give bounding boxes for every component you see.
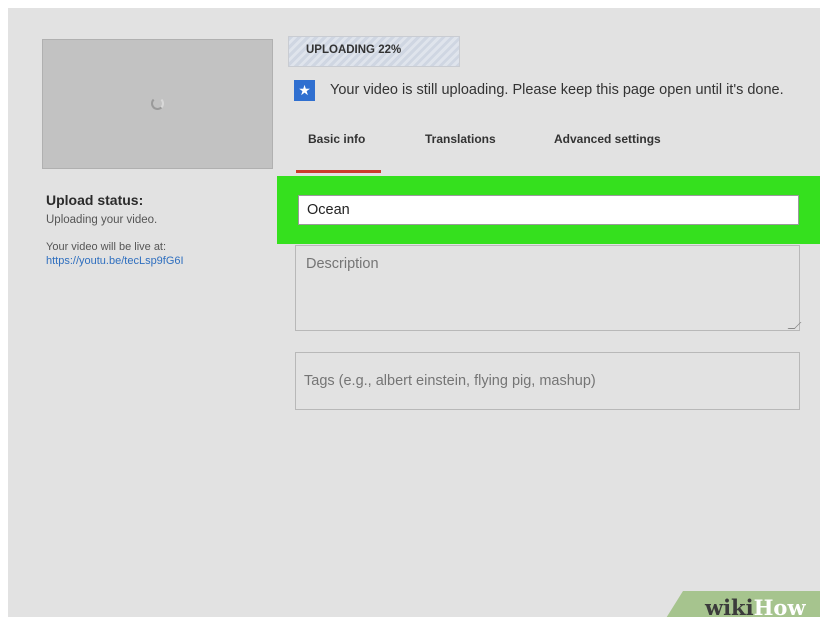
star-icon: ★	[294, 80, 315, 101]
tab-basic-info[interactable]: Basic info	[308, 132, 365, 146]
upload-page: Upload status: Uploading your video. You…	[8, 8, 820, 617]
wikihow-logo-wiki: wiki	[705, 595, 754, 617]
wikihow-logo: wikiHow	[705, 595, 806, 617]
tab-advanced-settings[interactable]: Advanced settings	[554, 132, 661, 146]
tags-input[interactable]	[295, 352, 800, 410]
wikihow-logo-how: How	[753, 595, 806, 617]
upload-progress-label: UPLOADING 22%	[306, 44, 402, 56]
video-link[interactable]: https://youtu.be/tecLsp9fG6I	[46, 255, 184, 267]
video-thumbnail	[42, 39, 273, 169]
description-textarea[interactable]	[295, 245, 800, 331]
tab-translations[interactable]: Translations	[425, 132, 496, 146]
live-at-label: Your video will be live at:	[46, 241, 167, 253]
upload-status-text: Uploading your video.	[46, 214, 158, 226]
upload-notice: Your video is still uploading. Please ke…	[330, 82, 784, 98]
upload-status-title: Upload status:	[46, 192, 144, 208]
active-tab-indicator	[296, 170, 381, 173]
loading-spinner-icon	[151, 97, 164, 110]
title-input[interactable]	[298, 195, 799, 225]
